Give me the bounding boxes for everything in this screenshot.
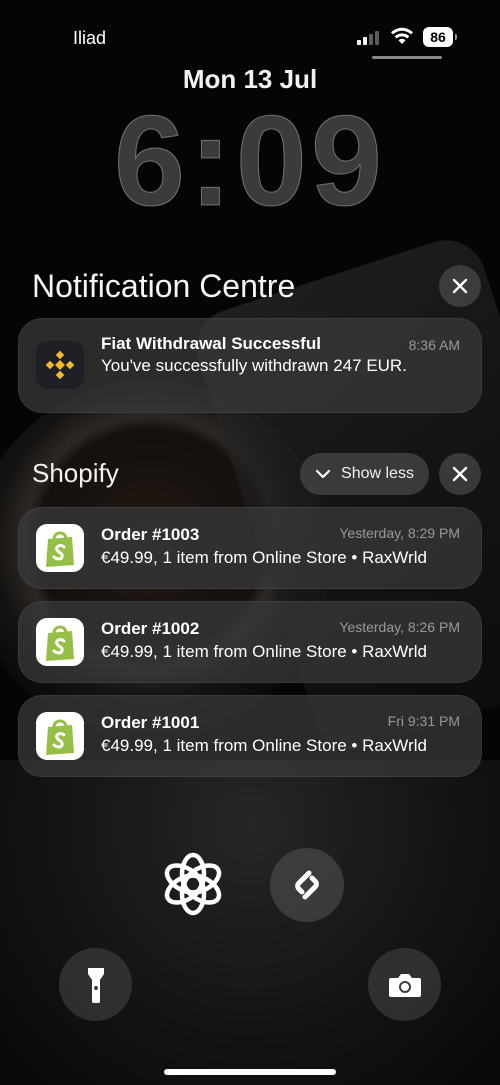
notification-time: Yesterday, 8:29 PM — [339, 525, 460, 541]
notification-time: Yesterday, 8:26 PM — [339, 619, 460, 635]
notification-title: Order #1002 — [101, 619, 200, 638]
binance-notification[interactable]: Fiat Withdrawal Successful You've succes… — [18, 318, 482, 413]
shopify-icon — [36, 712, 84, 760]
wifi-icon — [391, 27, 413, 44]
status-bar: Iliad 86 — [0, 0, 500, 60]
shopify-icon — [36, 618, 84, 666]
close-icon — [452, 278, 468, 294]
openai-icon — [164, 852, 222, 916]
clear-notifications-button[interactable] — [439, 265, 481, 307]
camera-icon — [388, 973, 421, 997]
close-icon — [452, 466, 468, 482]
notification-body: €49.99, 1 item from Online Store • RaxWr… — [101, 642, 427, 661]
notification-time: Fri 9:31 PM — [387, 713, 460, 729]
camera-button[interactable] — [368, 948, 441, 1021]
status-bar-divider — [372, 56, 442, 59]
battery-indicator: 86 — [423, 27, 457, 47]
chatgpt-widget[interactable] — [155, 846, 231, 922]
shopify-notification[interactable]: Order #1002 €49.99, 1 item from Online S… — [18, 601, 482, 683]
cellular-signal-icon — [357, 31, 379, 45]
carrier-name: Iliad — [73, 28, 107, 48]
chevron-down-icon — [315, 469, 331, 479]
notification-body: €49.99, 1 item from Online Store • RaxWr… — [101, 548, 427, 567]
show-less-button[interactable]: Show less — [300, 453, 429, 495]
clear-shopify-button[interactable] — [439, 453, 481, 495]
home-indicator[interactable] — [164, 1069, 336, 1075]
notification-title: Order #1003 — [101, 525, 200, 544]
show-less-label: Show less — [341, 465, 414, 482]
shopify-icon — [36, 524, 84, 572]
shopify-group-title: Shopify — [32, 458, 119, 488]
notification-title: Order #1001 — [101, 713, 200, 732]
binance-icon — [36, 341, 84, 389]
flashlight-button[interactable] — [59, 948, 132, 1021]
notification-centre-title: Notification Centre — [32, 268, 296, 304]
notification-time: 8:36 AM — [408, 337, 460, 353]
shazam-icon — [295, 870, 319, 900]
notification-body: You've successfully withdrawn 247 EUR. — [101, 356, 407, 375]
shopify-notification[interactable]: Order #1001 €49.99, 1 item from Online S… — [18, 695, 482, 777]
flashlight-icon — [87, 967, 104, 1003]
lock-screen-time: 6:09 — [113, 90, 387, 233]
notification-title: Fiat Withdrawal Successful — [101, 334, 321, 353]
notification-body: €49.99, 1 item from Online Store • RaxWr… — [101, 736, 427, 755]
shazam-widget[interactable] — [270, 848, 344, 922]
shopify-notification[interactable]: Order #1003 €49.99, 1 item from Online S… — [18, 507, 482, 589]
